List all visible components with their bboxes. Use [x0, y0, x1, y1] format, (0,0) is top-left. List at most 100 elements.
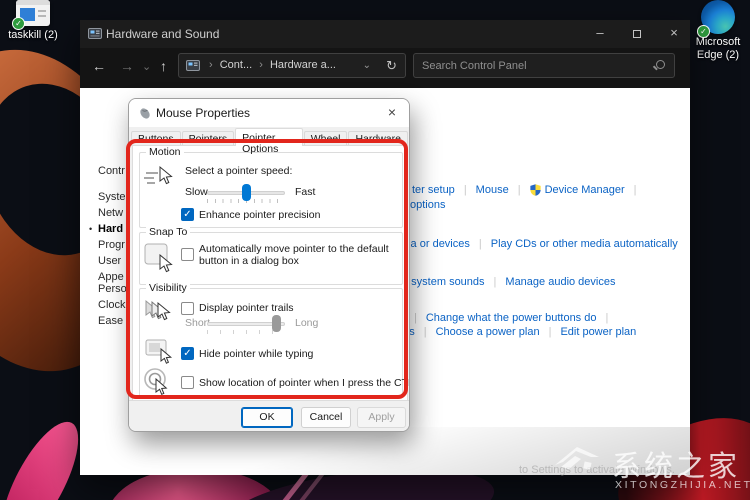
- sidebar-item-network[interactable]: Netw: [98, 207, 123, 219]
- mouse-icon: [140, 108, 150, 119]
- control-panel-icon: [88, 28, 102, 39]
- mouse-properties-dialog: Mouse Properties × Buttons Pointers Poin…: [128, 98, 410, 432]
- link-system-sounds[interactable]: e system sounds: [402, 276, 485, 288]
- sonar-pointer-icon: [144, 368, 168, 395]
- sidebar-item-ease-of-access[interactable]: Ease: [98, 315, 123, 327]
- maximize-button[interactable]: [620, 20, 654, 46]
- up-button[interactable]: ↑: [160, 58, 167, 74]
- breadcrumb-hardware-and-sound[interactable]: Hardware a...: [270, 59, 336, 71]
- pointer-speed-slider-thumb[interactable]: [242, 184, 251, 201]
- motion-group-label: Motion: [146, 146, 184, 158]
- address-bar[interactable]: › Cont... › Hardware a... ⌄ ↻: [178, 53, 406, 78]
- breadcrumb: › Cont... › Hardware a...: [205, 59, 336, 71]
- address-dropdown-icon[interactable]: ⌄: [363, 60, 371, 71]
- sidebar-item-appearance-line2[interactable]: Perso: [98, 283, 127, 295]
- link-audio-devices[interactable]: Manage audio devices: [505, 276, 615, 288]
- watermark-domain-text: XITONGZHIJIA.NET: [615, 479, 750, 491]
- wallpaper-pink-ribbon: [0, 411, 93, 500]
- pointer-trails-checkbox[interactable]: [181, 302, 194, 315]
- pointer-trails-icon: [145, 299, 171, 321]
- sidebar-item-programs[interactable]: Progr: [98, 239, 125, 251]
- link-printer-setup[interactable]: ter setup: [412, 184, 455, 196]
- desktop-icon-label-line1: Microsoft: [695, 36, 741, 48]
- enhance-precision-checkbox[interactable]: ✓: [181, 208, 194, 221]
- window-titlebar[interactable]: Hardware and Sound – ×: [80, 20, 690, 48]
- close-icon: ×: [670, 25, 678, 40]
- control-panel-icon: [186, 60, 200, 71]
- desktop-icon-edge[interactable]: ✓ Microsoft Edge (2): [688, 0, 748, 62]
- refresh-icon[interactable]: ↻: [386, 58, 397, 74]
- sync-check-badge-icon: ✓: [697, 25, 710, 38]
- separator: |: [605, 312, 609, 324]
- close-button[interactable]: ×: [657, 20, 691, 46]
- dialog-titlebar[interactable]: Mouse Properties ×: [129, 99, 409, 127]
- hide-pointer-icon: [145, 339, 173, 364]
- separator: |: [517, 184, 521, 196]
- snap-to-checkbox[interactable]: [181, 248, 194, 261]
- sidebar-item-clock-region[interactable]: Clock: [98, 299, 126, 311]
- search-box[interactable]: [413, 53, 675, 78]
- window-title: Hardware and Sound: [106, 27, 220, 41]
- link-startup-options[interactable]: options: [410, 199, 445, 211]
- tab-pointer-options[interactable]: Pointer Options: [235, 128, 303, 155]
- visibility-group: Visibility Display pointer trails Short …: [139, 282, 409, 398]
- tab-wheel[interactable]: Wheel: [303, 131, 348, 146]
- sidebar-item-control-panel-home[interactable]: Contr: [98, 165, 125, 177]
- search-icon: [656, 60, 665, 69]
- power-links-2: eps | Choose a power plan | Edit power p…: [397, 326, 636, 338]
- devices-printers-links: ter setup | Mouse | Device Manager |: [412, 184, 637, 196]
- tab-pointers[interactable]: Pointers: [181, 131, 235, 146]
- search-input[interactable]: [422, 54, 622, 77]
- breadcrumb-control-panel[interactable]: Cont...: [220, 59, 252, 71]
- power-links-1: | Change what the power buttons do |: [414, 312, 608, 324]
- forward-button[interactable]: →: [120, 58, 134, 74]
- motion-group: Motion Select a pointer speed: Slow Fast…: [139, 146, 403, 228]
- sidebar-item-user-accounts[interactable]: User: [98, 255, 121, 267]
- hide-pointer-checkbox[interactable]: ✓: [181, 347, 194, 360]
- back-button[interactable]: ←: [92, 58, 106, 74]
- dialog-close-button[interactable]: ×: [383, 104, 401, 120]
- trails-slider-thumb[interactable]: [272, 315, 281, 332]
- sync-check-badge-icon: ✓: [12, 17, 25, 30]
- separator: |: [463, 184, 467, 196]
- select-pointer-speed-label: Select a pointer speed:: [185, 165, 293, 177]
- sidebar-item-appearance-line1[interactable]: Appe: [98, 271, 124, 283]
- desktop-icon-taskkill[interactable]: ✓ taskkill (2): [7, 0, 59, 42]
- check-icon: ✓: [183, 348, 192, 359]
- snap-to-label: Automatically move pointer to the defaul…: [199, 243, 389, 267]
- visibility-group-label: Visibility: [146, 282, 190, 294]
- link-mouse[interactable]: Mouse: [476, 184, 509, 196]
- link-edit-power-plan[interactable]: Edit power plan: [560, 326, 636, 338]
- cancel-button[interactable]: Cancel: [301, 407, 351, 428]
- sidebar-item-hardware-sound[interactable]: Hard: [98, 223, 123, 235]
- enhance-precision-label: Enhance pointer precision: [199, 209, 321, 221]
- link-device-manager[interactable]: Device Manager: [545, 184, 625, 196]
- link-power-plan[interactable]: Choose a power plan: [436, 326, 540, 338]
- autoplay-links: dia or devices | Play CDs or other media…: [402, 238, 678, 250]
- breadcrumb-sep-icon: ›: [209, 59, 213, 71]
- tab-strip: Buttons Pointers Pointer Options Wheel H…: [131, 128, 409, 155]
- separator: |: [423, 326, 427, 338]
- breadcrumb-sep-icon: ›: [259, 59, 263, 71]
- navigation-toolbar: ← → ⌄ ↑ › Cont... › Hardware a... ⌄ ↻: [80, 48, 690, 88]
- apply-button[interactable]: Apply: [357, 407, 406, 428]
- separator: |: [414, 312, 417, 324]
- long-label: Long: [295, 317, 319, 329]
- xitongzhijia-logo-icon: [555, 447, 599, 470]
- history-dropdown-icon[interactable]: ⌄: [142, 60, 151, 73]
- link-media-devices[interactable]: dia or devices: [402, 238, 470, 250]
- link-power-buttons[interactable]: Change what the power buttons do: [426, 312, 597, 324]
- tab-buttons[interactable]: Buttons: [131, 131, 181, 146]
- tab-hardware[interactable]: Hardware: [348, 131, 408, 146]
- pointer-options-page: Motion Select a pointer speed: Slow Fast…: [132, 145, 409, 402]
- sidebar-item-system-security[interactable]: Syste: [98, 191, 126, 203]
- ok-button[interactable]: OK: [241, 407, 293, 428]
- check-icon: ✓: [183, 209, 192, 220]
- show-pointer-location-checkbox[interactable]: [181, 376, 194, 389]
- devices-printers-links-2: options: [410, 199, 445, 211]
- separator: |: [633, 184, 637, 196]
- desktop-icon-label: taskkill (2): [8, 29, 58, 41]
- minimize-button[interactable]: –: [583, 20, 617, 46]
- link-play-cds[interactable]: Play CDs or other media automatically: [491, 238, 678, 250]
- dialog-title: Mouse Properties: [156, 106, 251, 120]
